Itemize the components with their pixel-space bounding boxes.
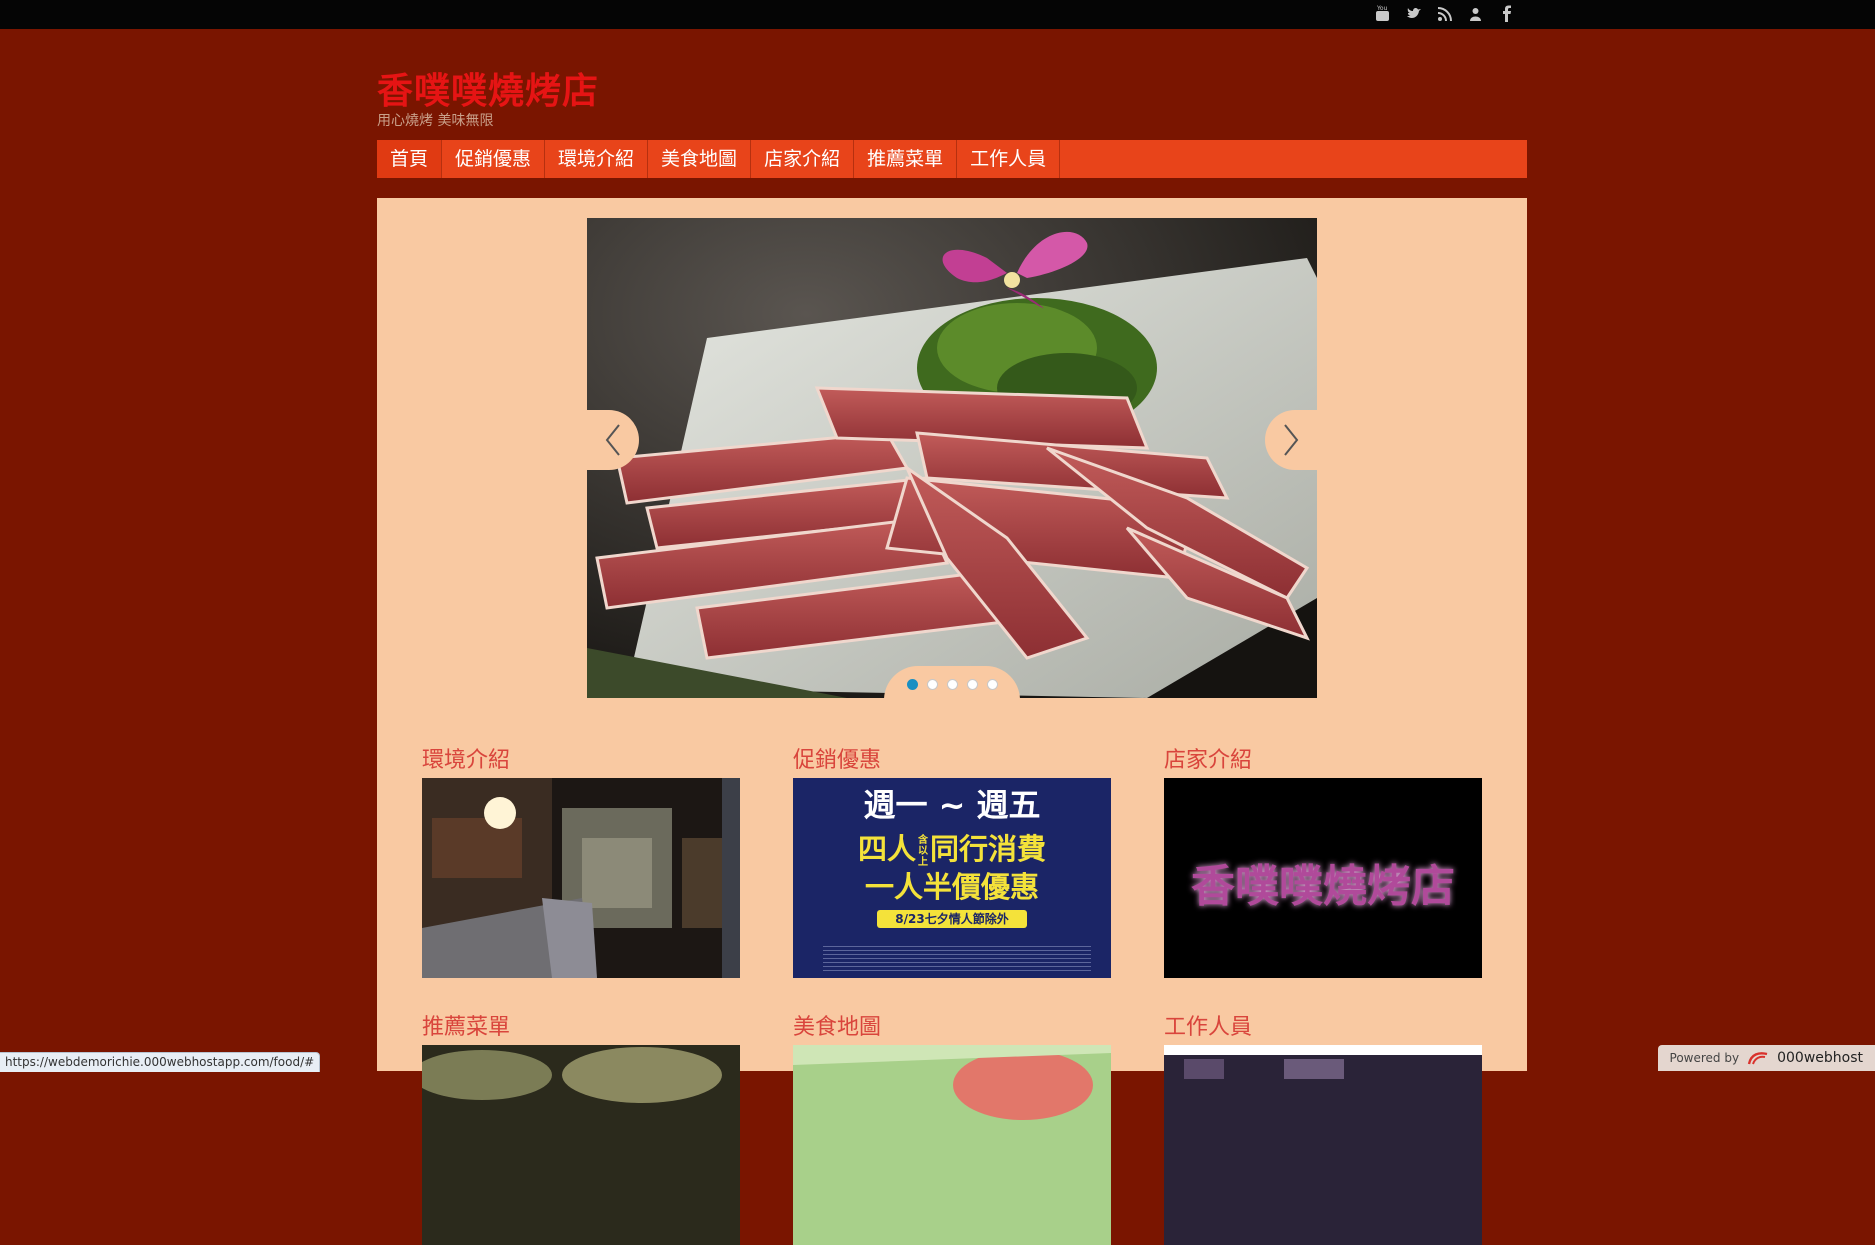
poster-line-weekdays: 週一 ~ 週五 — [863, 786, 1041, 824]
section-card-food-map: 美食地圖 — [793, 1013, 1111, 1245]
section-card-promotions: 促銷優惠 週一 ~ 週五 四人 含以上同行消費 一人半價優惠 8/23七夕情人節除… — [793, 746, 1111, 978]
poster-line-exception: 8/23七夕情人節除外 — [877, 910, 1027, 928]
section-card-environment: 環境介紹 — [422, 746, 740, 978]
section-card-staff: 工作人員 — [1164, 1013, 1482, 1245]
social-links: You — [1374, 4, 1515, 23]
poster-fine-print — [823, 943, 1091, 971]
slider-dot-2[interactable] — [926, 678, 938, 690]
chevron-right-icon — [1284, 424, 1299, 456]
poster-line-group: 四人 含以上同行消費 — [793, 826, 1111, 868]
slide-photo-beef — [587, 218, 1317, 698]
nav-item-menu[interactable]: 推薦菜單 — [854, 140, 958, 178]
slider-dot-1[interactable] — [906, 678, 918, 690]
site-tagline: 用心燒烤 美味無限 — [377, 113, 494, 129]
image-slider — [587, 218, 1317, 698]
section-heading-menu[interactable]: 推薦菜單 — [422, 1013, 740, 1043]
slider-dot-3[interactable] — [946, 678, 958, 690]
food-map-thumbnail[interactable] — [793, 1045, 1111, 1245]
facebook-icon[interactable] — [1498, 4, 1515, 23]
environment-thumbnail[interactable] — [422, 778, 740, 978]
slider-pagination — [884, 666, 1020, 698]
powered-by-label: Powered by — [1669, 1051, 1740, 1065]
poster-together: 同行消費 — [930, 832, 1047, 866]
slider-next-button[interactable] — [1265, 410, 1317, 470]
nav-item-staff[interactable]: 工作人員 — [957, 140, 1061, 178]
000webhost-logo-icon — [1747, 1052, 1768, 1065]
menu-thumbnail[interactable] — [422, 1045, 740, 1245]
top-bar: You — [0, 0, 1875, 29]
browser-status-url: https://webdemorichie.000webhostapp.com/… — [0, 1052, 321, 1072]
store-logo-thumbnail[interactable]: 香噗噗燒烤店 — [1164, 778, 1482, 978]
twitter-icon[interactable] — [1405, 4, 1422, 23]
section-heading-food-map[interactable]: 美食地圖 — [793, 1013, 1111, 1043]
nav-item-environment[interactable]: 環境介紹 — [545, 140, 649, 178]
nav-item-promotions[interactable]: 促銷優惠 — [442, 140, 546, 178]
rss-icon[interactable] — [1436, 4, 1453, 23]
section-heading-staff[interactable]: 工作人員 — [1164, 1013, 1482, 1043]
poster-note: 含以上 — [918, 834, 928, 868]
site-title[interactable]: 香噗噗燒烤店 — [377, 62, 599, 114]
section-heading-about-store[interactable]: 店家介紹 — [1164, 746, 1482, 776]
section-heading-environment[interactable]: 環境介紹 — [422, 746, 740, 776]
youtube-icon[interactable]: You — [1374, 4, 1391, 23]
slider-dot-5[interactable] — [986, 678, 998, 690]
nav-item-about-store[interactable]: 店家介紹 — [751, 140, 855, 178]
powered-by-brand: 000webhost — [1777, 1050, 1863, 1066]
main-content: 環境介紹 促銷優惠 週一 ~ 週五 四人 含以上同行消費 一人半價優惠 8/23… — [377, 198, 1527, 1245]
poster-line-half-price: 一人半價優惠 — [864, 870, 1039, 904]
section-card-menu: 推薦菜單 — [422, 1013, 740, 1245]
nav-item-home[interactable]: 首頁 — [377, 140, 443, 178]
powered-by-badge[interactable]: Powered by 000webhost — [1657, 1045, 1875, 1071]
staff-thumbnail[interactable] — [1164, 1045, 1482, 1245]
store-logo-text: 香噗噗燒烤店 — [1191, 861, 1455, 912]
main-nav: 首頁 促銷優惠 環境介紹 美食地圖 店家介紹 推薦菜單 工作人員 — [377, 140, 1527, 178]
poster-four-people: 四人 — [857, 832, 916, 866]
nav-item-food-map[interactable]: 美食地圖 — [648, 140, 752, 178]
user-icon[interactable] — [1467, 4, 1484, 23]
section-card-about-store: 店家介紹 香噗噗燒烤店 — [1164, 746, 1482, 978]
section-heading-promotions[interactable]: 促銷優惠 — [793, 746, 1111, 776]
svg-text:You: You — [1376, 5, 1388, 12]
chevron-left-icon — [605, 424, 620, 456]
slider-dot-4[interactable] — [966, 678, 978, 690]
promotion-poster[interactable]: 週一 ~ 週五 四人 含以上同行消費 一人半價優惠 8/23七夕情人節除外 — [793, 778, 1111, 978]
